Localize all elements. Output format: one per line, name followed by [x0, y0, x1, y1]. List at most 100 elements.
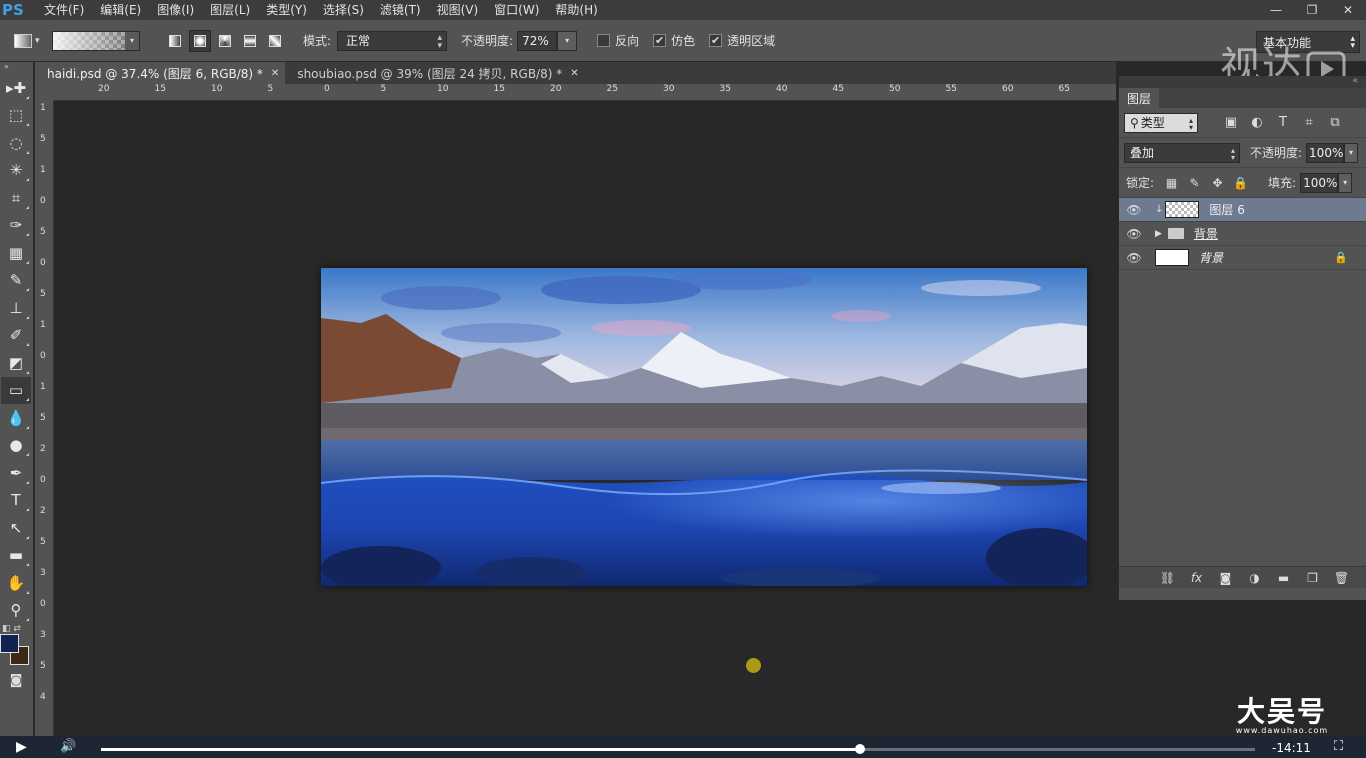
chevron-down-icon[interactable]: ▾: [125, 31, 139, 50]
marquee-tool-button[interactable]: ⬚: [1, 102, 31, 130]
menu-item-9[interactable]: 帮助(H): [547, 0, 605, 20]
layer-opacity-slider-toggle[interactable]: ▾: [1344, 142, 1359, 163]
dither-checkbox[interactable]: ✔ 仿色: [653, 32, 695, 49]
layer-name[interactable]: 背景: [1194, 225, 1218, 242]
eraser-tool-button[interactable]: ◩: [1, 349, 31, 377]
lock-pixels-icon[interactable]: ✎: [1183, 176, 1206, 190]
foreground-color-swatch[interactable]: [0, 634, 19, 653]
lock-all-icon[interactable]: 🔒: [1229, 176, 1252, 190]
history-brush-tool-button[interactable]: ✐: [1, 322, 31, 350]
healing-brush-tool-button[interactable]: ▦: [1, 239, 31, 267]
type-filter-icon[interactable]: T: [1270, 115, 1296, 130]
transparency-checkbox[interactable]: ✔ 透明区域: [709, 32, 775, 49]
add-mask-icon[interactable]: ◙: [1211, 571, 1240, 585]
blur-tool-button[interactable]: 💧: [1, 404, 31, 432]
adjustment-layer-icon[interactable]: ◑: [1240, 571, 1269, 585]
image-filter-icon[interactable]: ▣: [1218, 115, 1244, 130]
menu-item-5[interactable]: 选择(S): [315, 0, 372, 20]
gradient-preview[interactable]: ▾: [52, 30, 140, 51]
panel-collapse-icon[interactable]: »: [0, 62, 33, 74]
reverse-checkbox-box[interactable]: [597, 34, 611, 47]
fill-input[interactable]: 100%: [1300, 172, 1339, 193]
layer-row[interactable]: 👁 ▶ 背景: [1119, 222, 1366, 246]
expand-arrow-icon[interactable]: ▶: [1155, 229, 1162, 239]
close-icon[interactable]: ✕: [570, 68, 578, 79]
eyedropper-tool-button[interactable]: ✑: [1, 212, 31, 240]
menu-item-1[interactable]: 编辑(E): [92, 0, 149, 20]
minimize-button[interactable]: —: [1258, 0, 1294, 20]
magic-wand-tool-button[interactable]: ✳: [1, 157, 31, 185]
zoom-tool-button[interactable]: ⚲: [1, 597, 31, 625]
layer-name[interactable]: 图层 6: [1209, 201, 1244, 218]
default-colors-icon[interactable]: ◧ ⇄: [2, 624, 21, 634]
menu-item-2[interactable]: 图像(I): [149, 0, 202, 20]
blend-mode-select[interactable]: 叠加 ▴ ▾: [1124, 142, 1240, 163]
gradient-tool-button[interactable]: ▭: [1, 376, 31, 404]
volume-icon[interactable]: 🔊: [60, 739, 76, 754]
restore-button[interactable]: ❐: [1294, 0, 1330, 20]
document-tab-1[interactable]: shoubiao.psd @ 39% (图层 24 拷贝, RGB/8) * ✕: [285, 62, 584, 84]
pen-tool-button[interactable]: ✒: [1, 459, 31, 487]
brush-tool-button[interactable]: ✎: [1, 267, 31, 295]
fullscreen-icon[interactable]: ⛶: [1334, 739, 1343, 754]
tab-layers[interactable]: 图层: [1119, 88, 1160, 108]
eye-icon[interactable]: 👁: [1119, 227, 1149, 241]
close-button[interactable]: ✕: [1330, 0, 1366, 20]
radial-gradient-button[interactable]: [189, 29, 211, 52]
shape-filter-icon[interactable]: ⌗: [1296, 115, 1322, 130]
lock-position-icon[interactable]: ✥: [1206, 176, 1229, 190]
diamond-gradient-button[interactable]: [264, 30, 286, 52]
linear-gradient-button[interactable]: [164, 30, 186, 52]
reflected-gradient-button[interactable]: [239, 30, 261, 52]
dither-checkbox-box[interactable]: ✔: [653, 34, 667, 47]
opacity-slider-toggle[interactable]: ▾: [557, 30, 578, 51]
menu-item-0[interactable]: 文件(F): [36, 0, 92, 20]
document-tab-0[interactable]: haidi.psd @ 37.4% (图层 6, RGB/8) * ✕: [35, 62, 286, 84]
eye-icon[interactable]: 👁: [1119, 251, 1149, 265]
layer-opacity-input[interactable]: 100%: [1306, 142, 1345, 163]
menu-item-7[interactable]: 视图(V): [429, 0, 487, 20]
vertical-ruler[interactable]: 15105051015202530354: [35, 101, 54, 736]
clone-stamp-tool-button[interactable]: ⊥: [1, 294, 31, 322]
move-tool-button[interactable]: ▸✚: [1, 74, 31, 102]
opacity-input[interactable]: 72%: [517, 30, 558, 51]
reverse-checkbox[interactable]: 反向: [597, 32, 639, 49]
horizontal-ruler[interactable]: 20 15 10 5 0 5 10 15 20 25 30 35 40 45 50 55 60 65: [54, 84, 1116, 101]
adjustment-filter-icon[interactable]: ◐: [1244, 115, 1270, 130]
tool-preset-picker[interactable]: ▾: [14, 30, 44, 52]
layer-row[interactable]: 👁 ↓ 图层 6: [1119, 198, 1366, 222]
angle-gradient-button[interactable]: [214, 30, 236, 52]
crop-tool-button[interactable]: ⌗: [1, 184, 31, 212]
canvas-area[interactable]: [55, 102, 1116, 736]
mode-select[interactable]: 正常 ▴ ▾: [337, 30, 448, 51]
hand-tool-button[interactable]: ✋: [1, 569, 31, 597]
link-layers-icon[interactable]: ⛓: [1153, 571, 1182, 585]
menu-item-4[interactable]: 类型(Y): [258, 0, 315, 20]
new-layer-icon[interactable]: ❐: [1298, 571, 1327, 585]
quick-mask-icon[interactable]: ◙: [1, 670, 31, 690]
layer-filter-select[interactable]: ⚲ 类型 ▴ ▾: [1124, 112, 1198, 133]
layer-row[interactable]: 👁 背景 🔒: [1119, 246, 1366, 270]
type-tool-button[interactable]: T: [1, 487, 31, 515]
workspace-select[interactable]: 基本功能 ▴ ▾: [1256, 31, 1360, 53]
layer-name[interactable]: 背景: [1199, 249, 1223, 266]
lasso-tool-button[interactable]: ◌: [1, 129, 31, 157]
dodge-tool-button[interactable]: ●: [1, 432, 31, 460]
play-icon[interactable]: ▶: [16, 739, 27, 755]
menu-item-8[interactable]: 窗口(W): [486, 0, 547, 20]
panel-collapse-icon[interactable]: «: [1119, 76, 1366, 88]
menu-item-6[interactable]: 滤镜(T): [372, 0, 429, 20]
lock-transparency-icon[interactable]: ▦: [1160, 176, 1183, 190]
fill-slider-toggle[interactable]: ▾: [1338, 172, 1353, 193]
shape-tool-button[interactable]: ▬: [1, 542, 31, 570]
menu-item-3[interactable]: 图层(L): [202, 0, 258, 20]
trash-icon[interactable]: 🗑: [1327, 571, 1356, 585]
layer-style-icon[interactable]: fx: [1182, 571, 1211, 585]
path-selection-tool-button[interactable]: ↖: [1, 514, 31, 542]
eye-icon[interactable]: 👁: [1119, 203, 1149, 217]
transparency-checkbox-box[interactable]: ✔: [709, 34, 723, 47]
video-progress-handle[interactable]: [855, 744, 866, 754]
video-progress-track[interactable]: [101, 744, 1255, 754]
document-canvas[interactable]: [321, 268, 1087, 586]
close-icon[interactable]: ✕: [271, 68, 279, 79]
